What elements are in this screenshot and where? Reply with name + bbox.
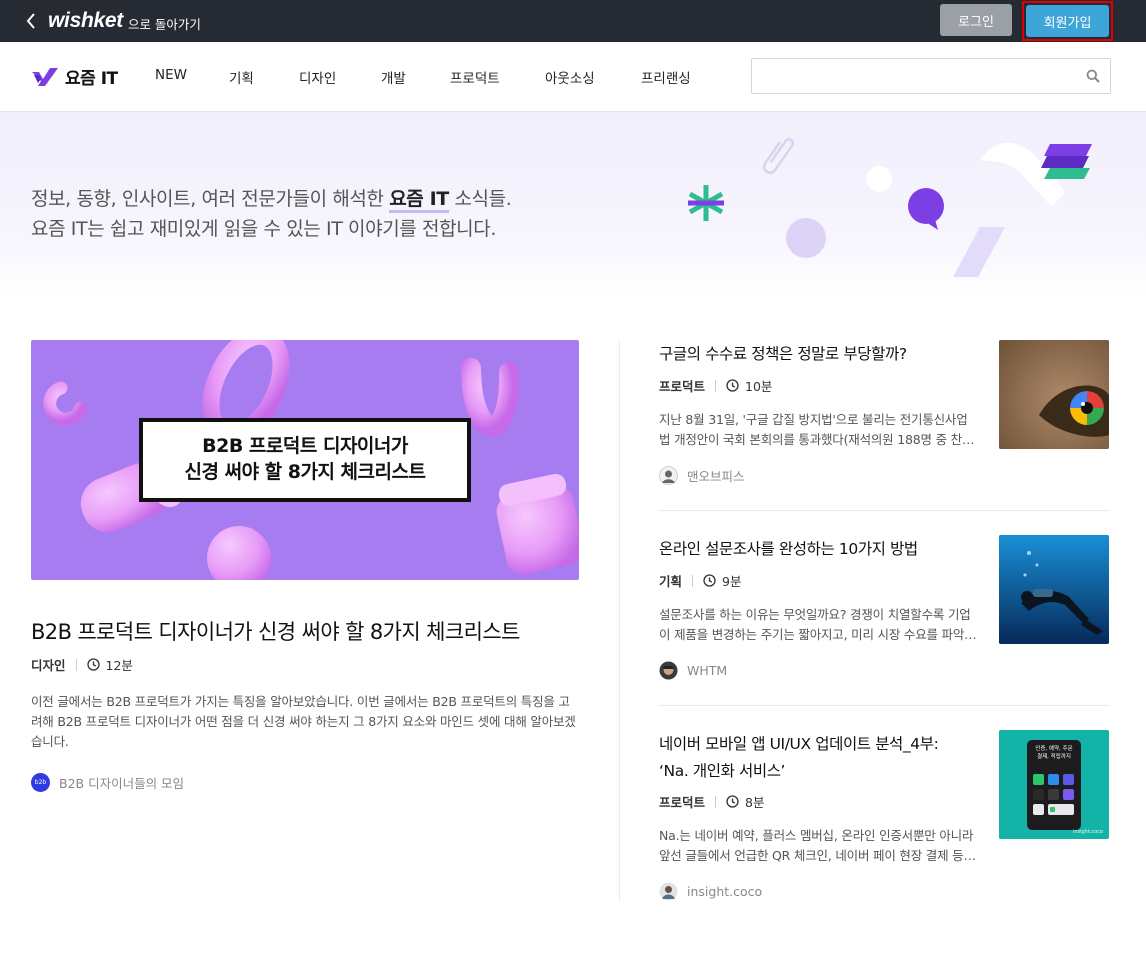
author-name: 맨오브피스 bbox=[687, 469, 745, 484]
author-name: WHTM bbox=[687, 663, 728, 678]
side-article-excerpt: 지난 8월 31일, '구글 갑질 방지법'으로 불리는 전기통신사업법 개정안… bbox=[659, 410, 977, 450]
app-grid-icon bbox=[1033, 774, 1074, 815]
meta-divider bbox=[715, 379, 717, 392]
meta-divider bbox=[715, 795, 717, 808]
thumb-line-2: 결제, 적립까지 bbox=[1037, 754, 1071, 760]
hero-line-1-start: 정보, 동향, 인사이트, 여러 전문가들이 해석한 bbox=[31, 188, 390, 210]
banner-line-2: 신경 써야 할 8가지 체크리스트 bbox=[184, 461, 426, 483]
author-avatar bbox=[659, 661, 678, 680]
clock-icon bbox=[726, 795, 739, 808]
article-category[interactable]: 프로덕트 bbox=[659, 376, 705, 395]
hero-banner: 정보, 동향, 인사이트, 여러 전문가들이 해석한 요즘 IT 소식들. 요즘… bbox=[0, 112, 1146, 302]
wishket-logo: wishket bbox=[48, 9, 123, 32]
paperclip-icon bbox=[762, 138, 795, 174]
signup-button[interactable]: 회원가입 bbox=[1026, 5, 1109, 37]
side-article-title-line-1[interactable]: 네이버 모바일 앱 UI/UX 업데이트 분석_4부: bbox=[659, 730, 939, 758]
chat-bubble-icon bbox=[908, 188, 944, 230]
back-link-text: 으로 돌아가기 bbox=[127, 16, 201, 32]
clock-icon bbox=[726, 379, 739, 392]
meta-divider bbox=[75, 658, 77, 671]
nav-item-design[interactable]: 디자인 bbox=[299, 67, 336, 87]
excerpt-text: 설문조사를 하는 이유는 무엇일까요? 경쟁이 치열할수록 기업이 제품을 변경… bbox=[659, 607, 976, 642]
asterisk-icon bbox=[688, 185, 724, 221]
yozm-logo-icon bbox=[32, 67, 58, 86]
author-name: insight.coco bbox=[687, 884, 763, 899]
featured-article-title[interactable]: B2B 프로덕트 디자이너가 신경 써야 할 8가지 체크리스트 bbox=[31, 616, 520, 646]
read-time: 9분 bbox=[722, 574, 742, 589]
side-article-thumbnail[interactable] bbox=[999, 535, 1109, 644]
back-to-wishket-link[interactable]: wishket 으로 돌아가기 bbox=[26, 8, 201, 34]
nav-item-outsourcing[interactable]: 아웃소싱 bbox=[545, 67, 595, 87]
article-divider bbox=[659, 510, 1109, 511]
slab-shape bbox=[953, 227, 1005, 277]
phone-mockup-text: 인증, 예약, 주문 결제, 적립까지 bbox=[1027, 745, 1081, 761]
side-article-excerpt: 설문조사를 하는 이유는 무엇일까요? 경쟁이 치열할수록 기업이 제품을 변경… bbox=[659, 605, 977, 645]
featured-article-author[interactable]: b2b B2B 디자이너들의 모임 bbox=[31, 773, 184, 792]
main-nav: 요즘 IT NEW 기획 디자인 개발 프로덕트 아웃소싱 프리랜싱 bbox=[0, 42, 1146, 112]
read-time: 12분 bbox=[105, 658, 133, 673]
featured-article-meta: 디자인 12분 bbox=[31, 655, 133, 674]
login-button[interactable]: 로그인 bbox=[940, 4, 1012, 36]
thumb-line-1: 인증, 예약, 주문 bbox=[1035, 746, 1073, 752]
search-icon[interactable] bbox=[1086, 69, 1100, 83]
excerpt-text: Na.는 네이버 예약, 플러스 멤버십, 온라인 인증서뿐만 아니라 앞선 글… bbox=[659, 828, 975, 863]
article-category[interactable]: 기획 bbox=[659, 571, 682, 590]
article-category[interactable]: 프로덕트 bbox=[659, 792, 705, 811]
read-time: 8분 bbox=[745, 795, 765, 810]
eye-photo bbox=[999, 340, 1109, 449]
hero-line-2: 요즘 IT는 쉽고 재미있게 읽을 수 있는 IT 이야기를 전합니다. bbox=[31, 218, 496, 240]
side-article-title-line-2[interactable]: ‘Na. 개인화 서비스’ bbox=[659, 757, 785, 785]
side-article-meta: 프로덕트 10분 bbox=[659, 376, 772, 395]
side-article-excerpt: Na.는 네이버 예약, 플러스 멤버십, 온라인 인증서뿐만 아니라 앞선 글… bbox=[659, 826, 977, 866]
article-category[interactable]: 디자인 bbox=[31, 655, 66, 674]
clock-icon bbox=[703, 574, 716, 587]
phone-mockup: 인증, 예약, 주문 결제, 적립까지 bbox=[1027, 740, 1081, 830]
thumb-watermark: insight.coco bbox=[1072, 829, 1103, 835]
featured-article-excerpt: 이전 글에서는 B2B 프로덕트가 가지는 특징을 알아보았습니다. 이번 글에… bbox=[31, 694, 576, 749]
circle-shape bbox=[786, 218, 826, 258]
article-divider bbox=[659, 705, 1109, 706]
author-avatar bbox=[659, 882, 678, 901]
author-name: B2B 디자이너들의 모임 bbox=[59, 776, 185, 791]
side-article-meta: 기획 9분 bbox=[659, 571, 741, 590]
search-box bbox=[751, 58, 1111, 94]
side-article-author[interactable]: WHTM bbox=[659, 661, 727, 680]
chevron-left-icon bbox=[26, 13, 35, 29]
hero-brand-highlight: 요즘 IT bbox=[389, 188, 449, 213]
banner-line-1: B2B 프로덕트 디자이너가 bbox=[202, 435, 408, 458]
column-divider bbox=[619, 340, 620, 902]
side-article-thumbnail[interactable]: 인증, 예약, 주문 결제, 적립까지 insight.coco bbox=[999, 730, 1109, 839]
signup-highlight: 회원가입 bbox=[1022, 1, 1113, 41]
side-article-title[interactable]: 온라인 설문조사를 완성하는 10가지 방법 bbox=[659, 535, 918, 563]
excerpt-text: 지난 8월 31일, '구글 갑질 방지법'으로 불리는 전기통신사업법 개정안… bbox=[659, 412, 974, 447]
search-input[interactable] bbox=[762, 65, 1082, 87]
top-bar: wishket 으로 돌아가기 로그인 회원가입 bbox=[0, 0, 1146, 42]
nav-item-product[interactable]: 프로덕트 bbox=[450, 67, 500, 87]
nav-item-planning[interactable]: 기획 bbox=[229, 67, 254, 87]
hero-decoration-illustration bbox=[688, 138, 1092, 277]
read-time: 10분 bbox=[745, 379, 773, 394]
clock-icon bbox=[86, 658, 100, 671]
hero-line-1: 정보, 동향, 인사이트, 여러 전문가들이 해석한 요즘 IT 소식들. bbox=[31, 184, 512, 213]
stack-layers-icon bbox=[1041, 144, 1092, 179]
featured-article-thumbnail[interactable]: B2B 프로덕트 디자이너가 신경 써야 할 8가지 체크리스트 bbox=[31, 340, 579, 580]
side-article-author[interactable]: 맨오브피스 bbox=[659, 466, 745, 485]
brand-name: 요즘 IT bbox=[65, 69, 118, 89]
nav-item-new[interactable]: NEW bbox=[155, 67, 187, 83]
meta-divider bbox=[692, 574, 694, 587]
nav-item-development[interactable]: 개발 bbox=[381, 67, 406, 87]
author-avatar: b2b bbox=[31, 773, 50, 792]
side-article-title[interactable]: 구글의 수수료 정책은 정말로 부당할까? bbox=[659, 340, 907, 368]
author-avatar bbox=[659, 466, 678, 485]
circle-shape-white bbox=[866, 166, 892, 192]
hero-line-1-end: 소식들. bbox=[448, 188, 512, 210]
side-article-meta: 프로덕트 8분 bbox=[659, 792, 764, 811]
yozm-it-logo[interactable]: 요즘 IT bbox=[31, 64, 118, 89]
nav-item-freelancing[interactable]: 프리랜싱 bbox=[641, 67, 691, 87]
side-article-author[interactable]: insight.coco bbox=[659, 882, 762, 901]
featured-banner-card: B2B 프로덕트 디자이너가 신경 써야 할 8가지 체크리스트 bbox=[139, 418, 471, 502]
diver-photo bbox=[999, 535, 1109, 644]
side-article-thumbnail[interactable] bbox=[999, 340, 1109, 449]
